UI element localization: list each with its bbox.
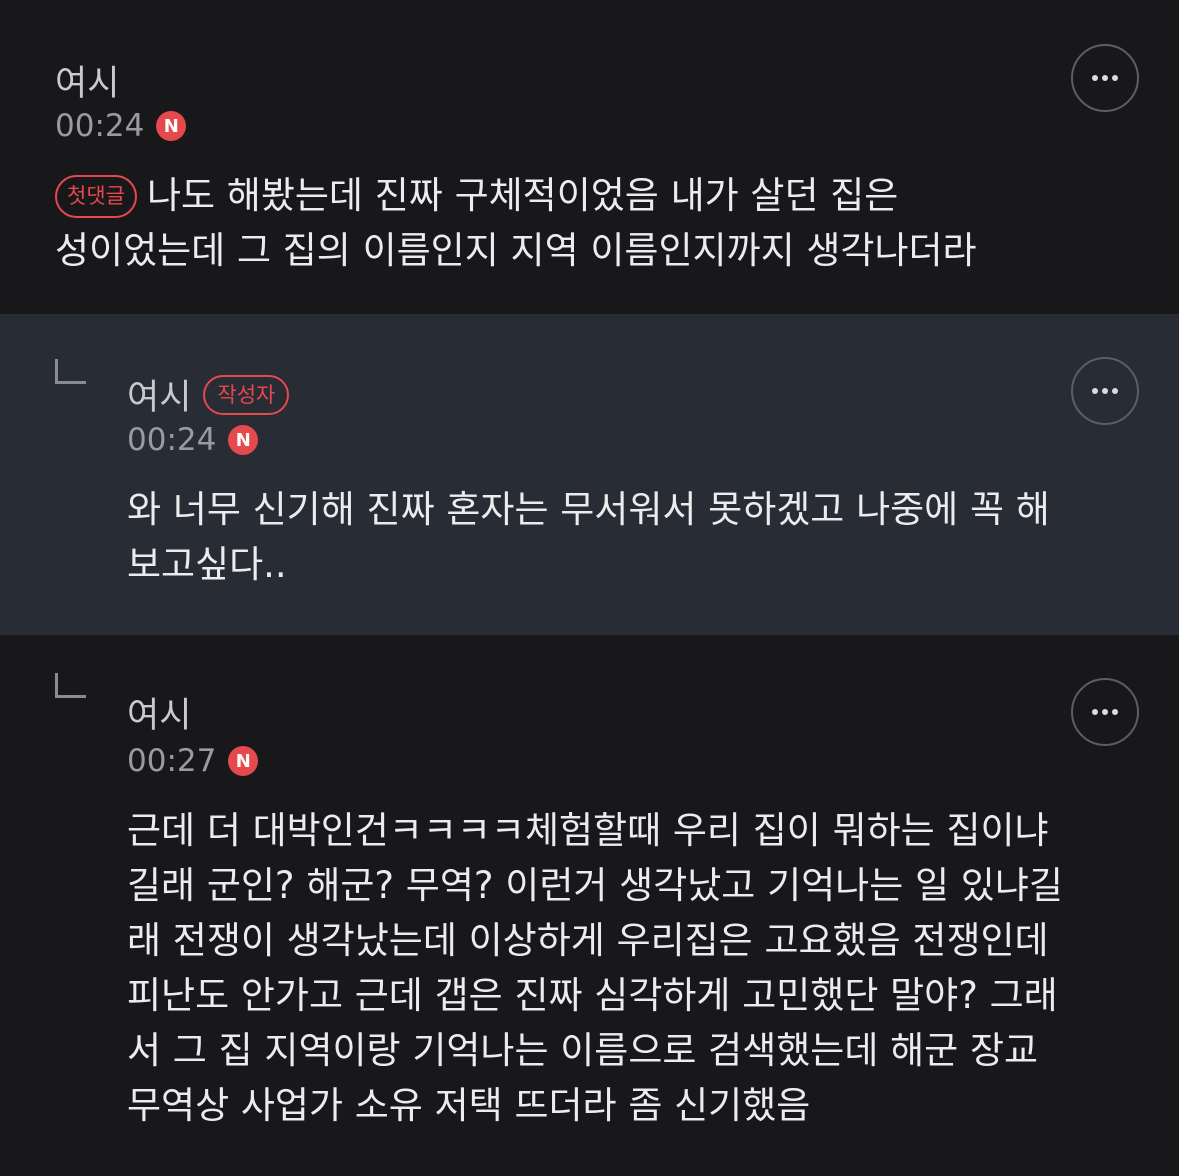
author-name[interactable]: 여시 <box>55 55 119 106</box>
first-comment-tag: 첫댓글 <box>55 175 137 218</box>
comment-time: 00:24 N <box>127 422 259 458</box>
more-icon <box>1112 75 1118 81</box>
comment-time: 00:24 N <box>55 108 187 144</box>
author-tag: 작성자 <box>203 374 290 415</box>
more-options-button[interactable] <box>1071 44 1139 112</box>
more-icon <box>1092 388 1098 394</box>
new-badge: N <box>228 746 259 776</box>
comment-author[interactable]: 여시 <box>55 55 119 106</box>
reply-arrow-icon <box>55 359 86 384</box>
more-icon <box>1102 388 1108 394</box>
more-icon <box>1092 75 1098 81</box>
author-name[interactable]: 여시 <box>127 369 191 420</box>
reply-arrow-icon <box>55 673 86 698</box>
comment-text: 근데 더 대박인건ㅋㅋㅋㅋ체험할때 우리 집이 뭐하는 집이냐 길래 군인? 해… <box>127 809 1063 1127</box>
reply-item: 여시 00:27 N 근데 더 대박인건ㅋㅋㅋㅋ체험할때 우리 집이 뭐하는 집… <box>0 635 1179 1176</box>
more-icon <box>1112 388 1118 394</box>
time-text: 00:24 <box>127 422 217 458</box>
more-icon <box>1102 75 1108 81</box>
more-icon <box>1102 709 1108 715</box>
new-badge: N <box>228 425 259 455</box>
more-options-button[interactable] <box>1071 678 1139 746</box>
time-text: 00:24 <box>55 108 145 144</box>
time-text: 00:27 <box>127 743 217 779</box>
comment-item: 여시 00:24 N 첫댓글 나도 해봤는데 진짜 구체적이었음 내가 살던 집은… <box>0 0 1179 314</box>
more-icon <box>1112 709 1118 715</box>
comment-text: 와 너무 신기해 진짜 혼자는 무서워서 못하겠고 나중에 꼭 해 보고싶다.. <box>127 488 1050 586</box>
author-name[interactable]: 여시 <box>127 687 191 738</box>
reply-item: 여시 작성자 00:24 N 와 너무 신기해 진짜 혼자는 무서워서 못하겠고… <box>0 314 1179 635</box>
more-icon <box>1092 709 1098 715</box>
comment-author[interactable]: 여시 작성자 <box>127 369 290 420</box>
comment-author[interactable]: 여시 <box>127 687 191 738</box>
comment-time: 00:27 N <box>127 743 259 779</box>
comment-body: 첫댓글 나도 해봤는데 진짜 구체적이었음 내가 살던 집은 성이었는데 그 집의… <box>55 168 977 278</box>
more-options-button[interactable] <box>1071 357 1139 425</box>
comment-body: 근데 더 대박인건ㅋㅋㅋㅋ체험할때 우리 집이 뭐하는 집이냐 길래 군인? 해… <box>127 803 1063 1133</box>
comment-body: 와 너무 신기해 진짜 혼자는 무서워서 못하겠고 나중에 꼭 해 보고싶다.. <box>127 482 1050 592</box>
new-badge: N <box>156 111 187 141</box>
comment-text: 나도 해봤는데 진짜 구체적이었음 내가 살던 집은 성이었는데 그 집의 이름… <box>55 174 977 272</box>
